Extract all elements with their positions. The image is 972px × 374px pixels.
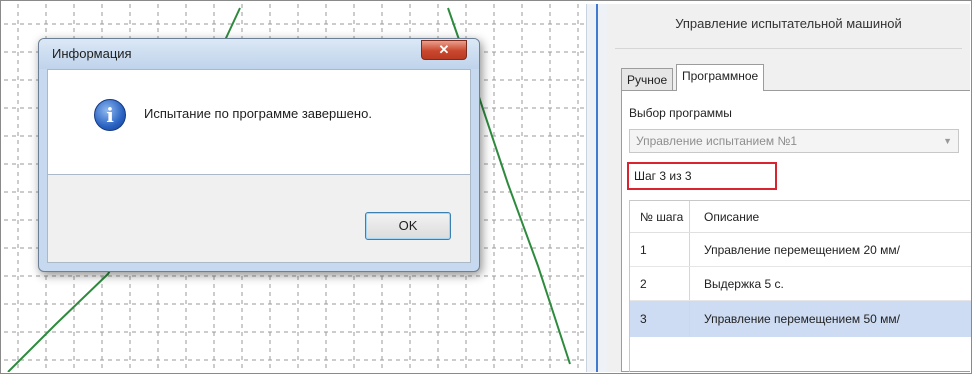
- step-indicator: Шаг 3 из 3: [627, 162, 777, 190]
- program-select-value: Управление испытанием №1: [636, 134, 798, 148]
- table-row[interactable]: 2 Выдержка 5 с.: [630, 267, 971, 301]
- dialog-title: Информация: [52, 46, 132, 61]
- header-step-number: № шага: [630, 201, 690, 232]
- ok-button[interactable]: OK: [365, 212, 451, 240]
- info-icon: i: [94, 99, 126, 131]
- table-header: № шага Описание: [630, 201, 971, 233]
- panel-divider: [615, 48, 962, 49]
- step-number: 2: [630, 267, 690, 300]
- step-description: Управление перемещением 50 мм/: [704, 312, 901, 326]
- table-row-selected[interactable]: 3 Управление перемещением 50 мм/: [630, 301, 971, 337]
- table-row[interactable]: 1 Управление перемещением 20 мм/: [630, 233, 971, 267]
- step-number: 1: [630, 233, 690, 266]
- dialog-footer: OK: [47, 175, 471, 263]
- program-select[interactable]: Управление испытанием №1 ▼: [629, 129, 959, 153]
- tab-manual[interactable]: Ручное: [621, 68, 674, 90]
- info-dialog: Информация ✕ i Испытание по программе за…: [38, 38, 480, 272]
- splitter-line: [596, 4, 598, 372]
- splitter[interactable]: [586, 4, 608, 372]
- dialog-message: Испытание по программе завершено.: [144, 106, 372, 121]
- header-description: Описание: [704, 210, 760, 224]
- step-number: 3: [630, 301, 690, 337]
- close-button[interactable]: ✕: [421, 40, 467, 60]
- step-description: Управление перемещением 20 мм/: [704, 243, 901, 257]
- chevron-down-icon: ▼: [943, 136, 952, 146]
- panel-title: Управление испытательной машиной: [675, 16, 902, 31]
- step-description: Выдержка 5 с.: [704, 277, 784, 291]
- dialog-titlebar[interactable]: Информация ✕: [39, 39, 479, 69]
- machine-control-panel: Управление испытательной машиной Ручное …: [607, 4, 971, 372]
- tab-program[interactable]: Программное: [676, 64, 765, 91]
- steps-table: № шага Описание 1 Управление перемещение…: [629, 200, 971, 372]
- program-select-label: Выбор программы: [629, 106, 732, 120]
- dialog-content: i Испытание по программе завершено.: [47, 69, 471, 175]
